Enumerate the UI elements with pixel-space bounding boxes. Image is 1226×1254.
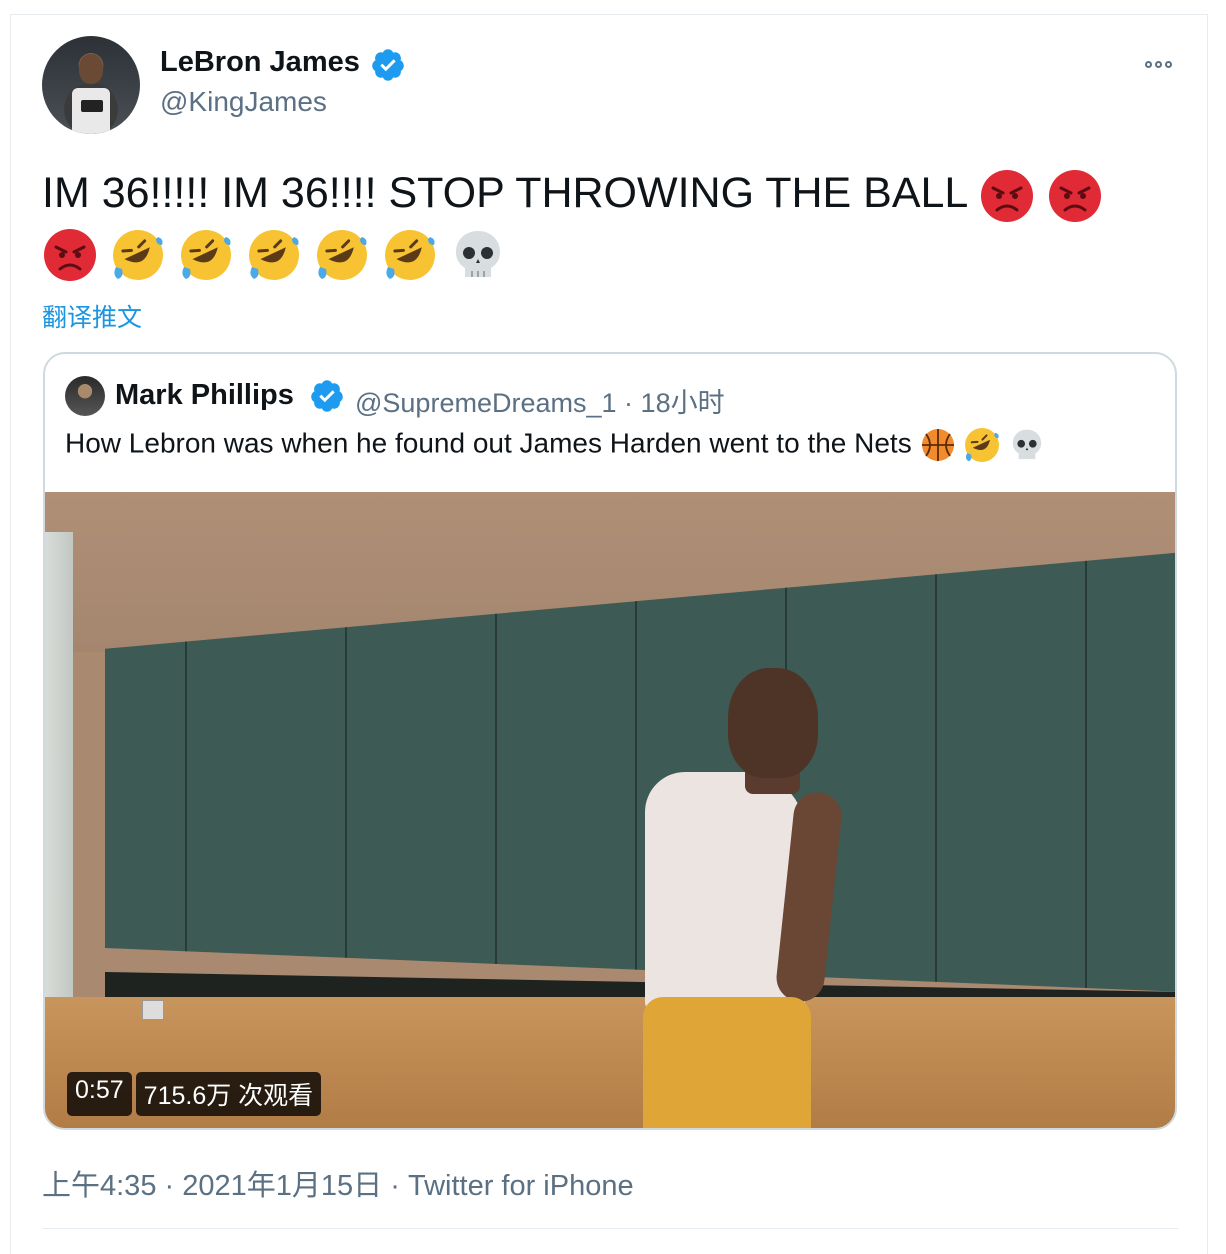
- author-avatar[interactable]: [42, 36, 140, 134]
- tweet-footer-meta: 上午4:35 · 2021年1月15日 · Twitter for iPhone: [42, 1162, 634, 1204]
- quoted-tweet[interactable]: Mark Phillips @SupremeDreams_1 · 18小时 Ho…: [43, 352, 1177, 1130]
- rolling-laughing-emoji-icon: [965, 428, 1000, 462]
- avatar-jersey-number: [81, 100, 103, 112]
- rolling-laughing-emoji-icon: [180, 230, 231, 281]
- divider: [42, 1228, 1178, 1229]
- more-options-icon[interactable]: [1140, 54, 1176, 74]
- meta-separator: ·: [164, 1170, 175, 1202]
- video-frame-window: [45, 532, 73, 1052]
- tweet-main-text: IM 36!!!!! IM 36!!!! STOP THROWING THE B…: [42, 169, 967, 217]
- tweet-text: IM 36!!!!! IM 36!!!! STOP THROWING THE B…: [42, 164, 1162, 283]
- tweet-time[interactable]: 上午4:35: [42, 1170, 156, 1202]
- video-duration: 0:57: [67, 1072, 132, 1116]
- quoted-text-body: How Lebron was when he found out James H…: [65, 427, 912, 459]
- verified-badge-icon: [372, 49, 404, 81]
- quoted-author-handle[interactable]: @SupremeDreams_1: [355, 388, 617, 418]
- rolling-laughing-emoji-icon: [112, 230, 163, 281]
- avatar-head: [79, 54, 103, 84]
- angry-face-emoji-icon: [1048, 169, 1101, 222]
- basketball-emoji-icon: [921, 429, 954, 461]
- rolling-laughing-emoji-icon: [316, 230, 367, 281]
- verified-badge-icon: [311, 380, 343, 412]
- video-frame-person-shorts: [643, 997, 811, 1128]
- skull-emoji-icon: [1012, 429, 1042, 460]
- quoted-author-name[interactable]: Mark Phillips: [115, 379, 294, 412]
- angry-face-emoji-icon: [44, 229, 96, 282]
- translate-tweet-link[interactable]: 翻译推文: [42, 298, 142, 334]
- quoted-author-avatar[interactable]: [65, 376, 105, 416]
- skull-emoji-icon: [455, 231, 500, 278]
- angry-face-emoji-icon: [980, 169, 1033, 222]
- meta-separator: ·: [624, 388, 634, 418]
- tweet-date[interactable]: 2021年1月15日: [182, 1170, 382, 1202]
- quoted-meta: @SupremeDreams_1 · 18小时: [355, 381, 725, 420]
- author-handle[interactable]: @KingJames: [160, 86, 327, 118]
- video-views: 715.6万 次观看: [135, 1072, 322, 1116]
- tweet-source[interactable]: Twitter for iPhone: [408, 1170, 634, 1202]
- video-info-badge: 0:57 715.6万 次观看: [67, 1072, 322, 1116]
- rolling-laughing-emoji-icon: [384, 230, 435, 281]
- video-frame-outlet: [142, 1000, 164, 1020]
- video-frame-person-head: [728, 668, 818, 778]
- author-name[interactable]: LeBron James: [160, 46, 360, 79]
- meta-separator: ·: [390, 1170, 400, 1202]
- quoted-time[interactable]: 18小时: [641, 388, 725, 418]
- video-player[interactable]: 0:57 715.6万 次观看: [45, 492, 1175, 1128]
- quoted-text: How Lebron was when he found out James H…: [65, 426, 1045, 464]
- rolling-laughing-emoji-icon: [248, 230, 299, 281]
